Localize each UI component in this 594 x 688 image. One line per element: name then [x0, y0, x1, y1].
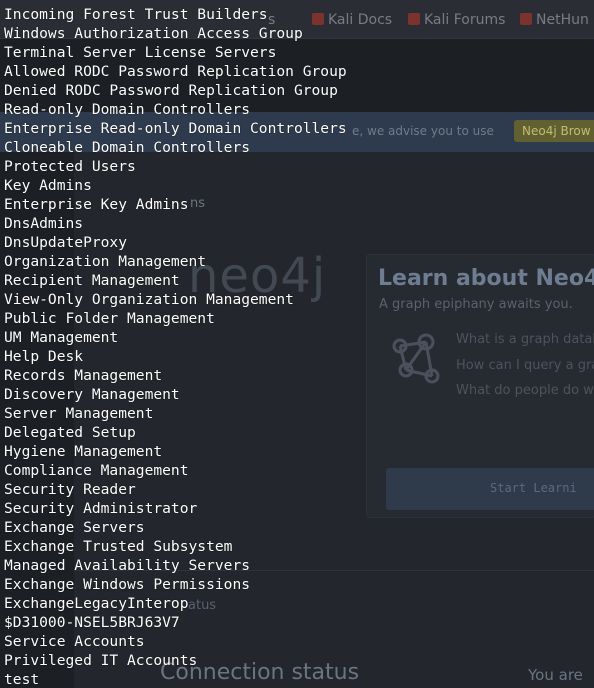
terminal-line: Hygiene Management — [4, 443, 163, 460]
terminal-line: Enterprise Read-only Domain Controllers — [4, 120, 347, 137]
terminal-line: Incoming Forest Trust Builders — [4, 6, 268, 23]
terminal-line: DnsAdmins — [4, 215, 84, 232]
terminal-line: Organization Management — [4, 253, 207, 270]
terminal-line: Protected Users — [4, 158, 136, 175]
terminal-line: Denied RODC Password Replication Group — [4, 82, 338, 99]
terminal-line: Service Accounts — [4, 633, 145, 650]
terminal-line: Cloneable Domain Controllers — [4, 139, 251, 156]
terminal-line: Recipient Management — [4, 272, 180, 289]
terminal-line: Security Administrator — [4, 500, 198, 517]
terminal-line: Discovery Management — [4, 386, 180, 403]
terminal-line: Server Management — [4, 405, 154, 422]
terminal-line: DnsUpdateProxy — [4, 234, 128, 251]
terminal-line: Exchange Servers — [4, 519, 145, 536]
terminal-line: Records Management — [4, 367, 163, 384]
terminal-line: ExchangeLegacyInterop — [4, 595, 189, 612]
terminal-line: Help Desk — [4, 348, 84, 365]
terminal-line: $D31000-NSEL5BRJ63V7 — [4, 614, 180, 631]
terminal-line: Terminal Server License Servers — [4, 44, 277, 61]
terminal-line: View-Only Organization Management — [4, 291, 294, 308]
terminal-line: Managed Availability Servers — [4, 557, 251, 574]
terminal-line: Exchange Windows Permissions — [4, 576, 251, 593]
terminal-line: test — [4, 671, 40, 688]
terminal-line: Exchange Trusted Subsystem — [4, 538, 233, 555]
terminal-line: Allowed RODC Password Replication Group — [4, 63, 347, 80]
terminal-line: Windows Authorization Access Group — [4, 25, 303, 42]
terminal-line: Enterprise Key Admins — [4, 196, 189, 213]
terminal-output[interactable]: Incoming Forest Trust Builders Windows A… — [0, 0, 594, 688]
terminal-line: Privileged IT Accounts — [4, 652, 198, 669]
terminal-line: Public Folder Management — [4, 310, 215, 327]
terminal-line: Delegated Setup — [4, 424, 136, 441]
terminal-line: Read-only Domain Controllers — [4, 101, 251, 118]
terminal-line: Compliance Management — [4, 462, 189, 479]
terminal-line: UM Management — [4, 329, 119, 346]
terminal-line: Key Admins — [4, 177, 92, 194]
terminal-line: Security Reader — [4, 481, 136, 498]
